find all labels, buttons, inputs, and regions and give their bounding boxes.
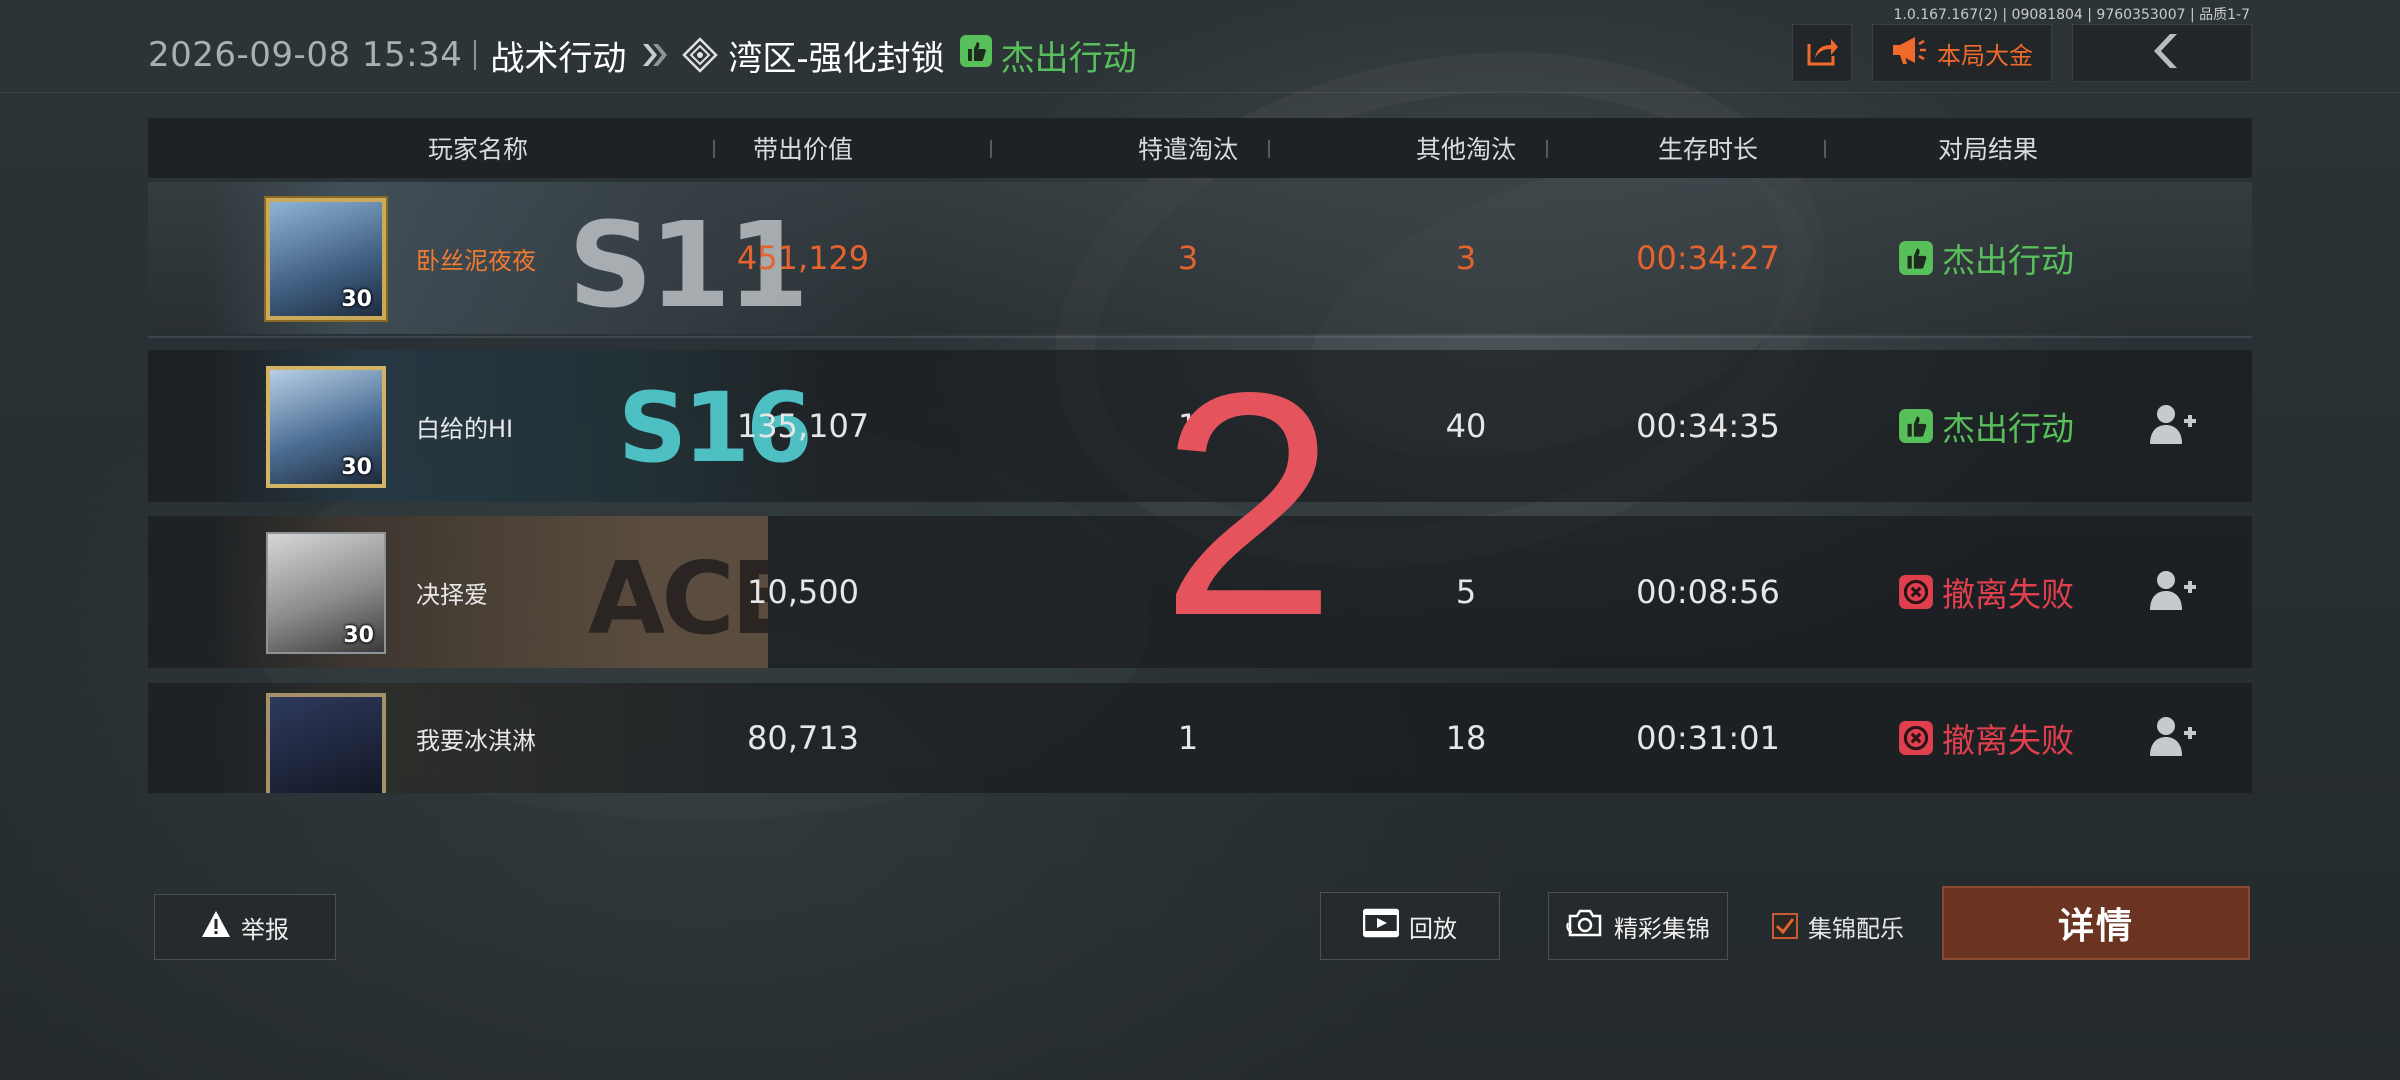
report-button[interactable]: 举报	[154, 894, 336, 960]
match-result-cell: 撤离失败	[1866, 516, 2106, 668]
survival-time: 00:34:35	[1636, 407, 1780, 445]
player-name: 卧丝泥夜夜	[416, 246, 536, 275]
player-name: 决择爱	[416, 580, 488, 609]
match-mode: 战术行动	[490, 38, 627, 79]
add-friend-icon	[2148, 714, 2198, 762]
map-marker-icon	[682, 37, 719, 73]
success-hand-icon	[959, 34, 993, 77]
success-hand-icon	[1898, 408, 1934, 444]
match-result-label: 杰出行动	[1000, 38, 1137, 79]
table-row[interactable]: 我要冰淇淋 80,713 1 18 00:31:01 撤离失败	[148, 683, 2252, 793]
match-result-cell: 撤离失败	[1866, 683, 2106, 793]
replay-button[interactable]: 回放	[1320, 892, 1500, 960]
version-info: 1.0.167.167(2) | 09081804 | 9760353007 |…	[1893, 7, 2251, 23]
share-icon	[1805, 34, 1839, 72]
column-header-survival: 生存时长	[1657, 135, 1758, 164]
other-kills: 18	[1445, 719, 1487, 757]
other-kills: 40	[1445, 407, 1487, 445]
result-label: 撤离失败	[1942, 721, 2074, 760]
megaphone-icon	[1891, 34, 1927, 72]
avatar: 30	[266, 366, 386, 488]
double-chevron-icon	[640, 40, 670, 70]
header-divider	[474, 40, 477, 70]
column-header-player: 玩家名称	[427, 135, 528, 164]
add-friend-icon	[2148, 568, 2198, 616]
back-button[interactable]	[2072, 24, 2252, 82]
avatar: 30	[266, 532, 386, 654]
player-level: 30	[341, 455, 372, 480]
replay-film-icon	[1362, 908, 1400, 944]
details-label: 详情	[2057, 906, 2134, 947]
replay-label: 回放	[1409, 914, 1457, 943]
player-level: 30	[343, 623, 374, 648]
column-divider	[1824, 140, 1826, 158]
camera-icon	[1566, 908, 1604, 944]
result-label: 杰出行动	[1942, 241, 2074, 280]
column-header-value: 带出价值	[752, 135, 853, 164]
special-kills: 1	[1177, 719, 1199, 757]
carry-value: 451,129	[736, 239, 870, 277]
match-result: 杰出行动	[959, 31, 1137, 80]
other-kills: 3	[1455, 239, 1477, 277]
details-button[interactable]: 详情	[1942, 886, 2250, 960]
player-name: 白给的HI	[416, 414, 514, 443]
column-divider	[1268, 140, 1270, 158]
highlight-music-toggle[interactable]: 集锦配乐	[1772, 892, 1904, 960]
column-divider	[1546, 140, 1548, 158]
add-friend-button[interactable]	[2148, 350, 2198, 502]
column-divider	[990, 140, 992, 158]
column-header-result: 对局结果	[1937, 135, 2038, 164]
result-label: 撤离失败	[1942, 575, 2074, 614]
column-header-special-kills: 特遣淘汰	[1137, 135, 1238, 164]
result-label: 杰出行动	[1942, 409, 2074, 448]
match-result-cell: 杰出行动	[1866, 350, 2106, 502]
round-gold-label: 本局大金	[1937, 41, 2033, 70]
player-name: 我要冰淇淋	[416, 726, 536, 755]
add-friend-icon	[2148, 402, 2198, 450]
table-row-self[interactable]: S11 30 卧丝泥夜夜 451,129 3 3 00:34:27 杰出行动	[148, 182, 2252, 334]
avatar	[266, 693, 386, 793]
avatar: 30	[266, 198, 386, 320]
survival-time: 00:34:27	[1636, 239, 1780, 277]
match-header: 2026-09-08 15:34 战术行动 湾区-强化封锁 杰出行动	[148, 30, 1137, 80]
column-header-other-kills: 其他淘汰	[1415, 135, 1516, 164]
add-friend-button[interactable]	[2148, 516, 2198, 668]
carry-value: 10,500	[747, 573, 859, 611]
player-level: 30	[341, 287, 372, 312]
survival-time: 00:08:56	[1636, 573, 1780, 611]
survival-time: 00:31:01	[1636, 719, 1780, 757]
chevron-left-icon	[2144, 32, 2180, 74]
carry-value: 80,713	[747, 719, 859, 757]
extraction-failed-icon	[1898, 720, 1934, 756]
other-kills: 5	[1455, 573, 1477, 611]
share-button[interactable]	[1792, 24, 1852, 82]
highlights-label: 精彩集锦	[1614, 914, 1710, 943]
table-header: 玩家名称 带出价值 特遣淘汰 其他淘汰 生存时长 对局结果	[148, 118, 2252, 178]
match-map: 湾区-强化封锁	[728, 38, 945, 79]
highlights-button[interactable]: 精彩集锦	[1548, 892, 1728, 960]
round-gold-button[interactable]: 本局大金	[1872, 24, 2052, 82]
report-label: 举报	[241, 915, 289, 944]
music-checkbox[interactable]	[1772, 913, 1798, 939]
overlay-number: 2	[1160, 327, 1337, 682]
match-datetime: 2026-09-08 15:34	[148, 35, 463, 75]
carry-value: 135,107	[736, 407, 870, 445]
special-kills: 3	[1177, 239, 1199, 277]
music-label: 集锦配乐	[1808, 914, 1904, 943]
warning-icon	[201, 910, 231, 944]
header-divider-line	[0, 92, 2400, 93]
match-result-cell: 杰出行动	[1866, 182, 2106, 334]
success-hand-icon	[1898, 240, 1934, 276]
extraction-failed-icon	[1898, 574, 1934, 610]
add-friend-button[interactable]	[2148, 683, 2198, 793]
